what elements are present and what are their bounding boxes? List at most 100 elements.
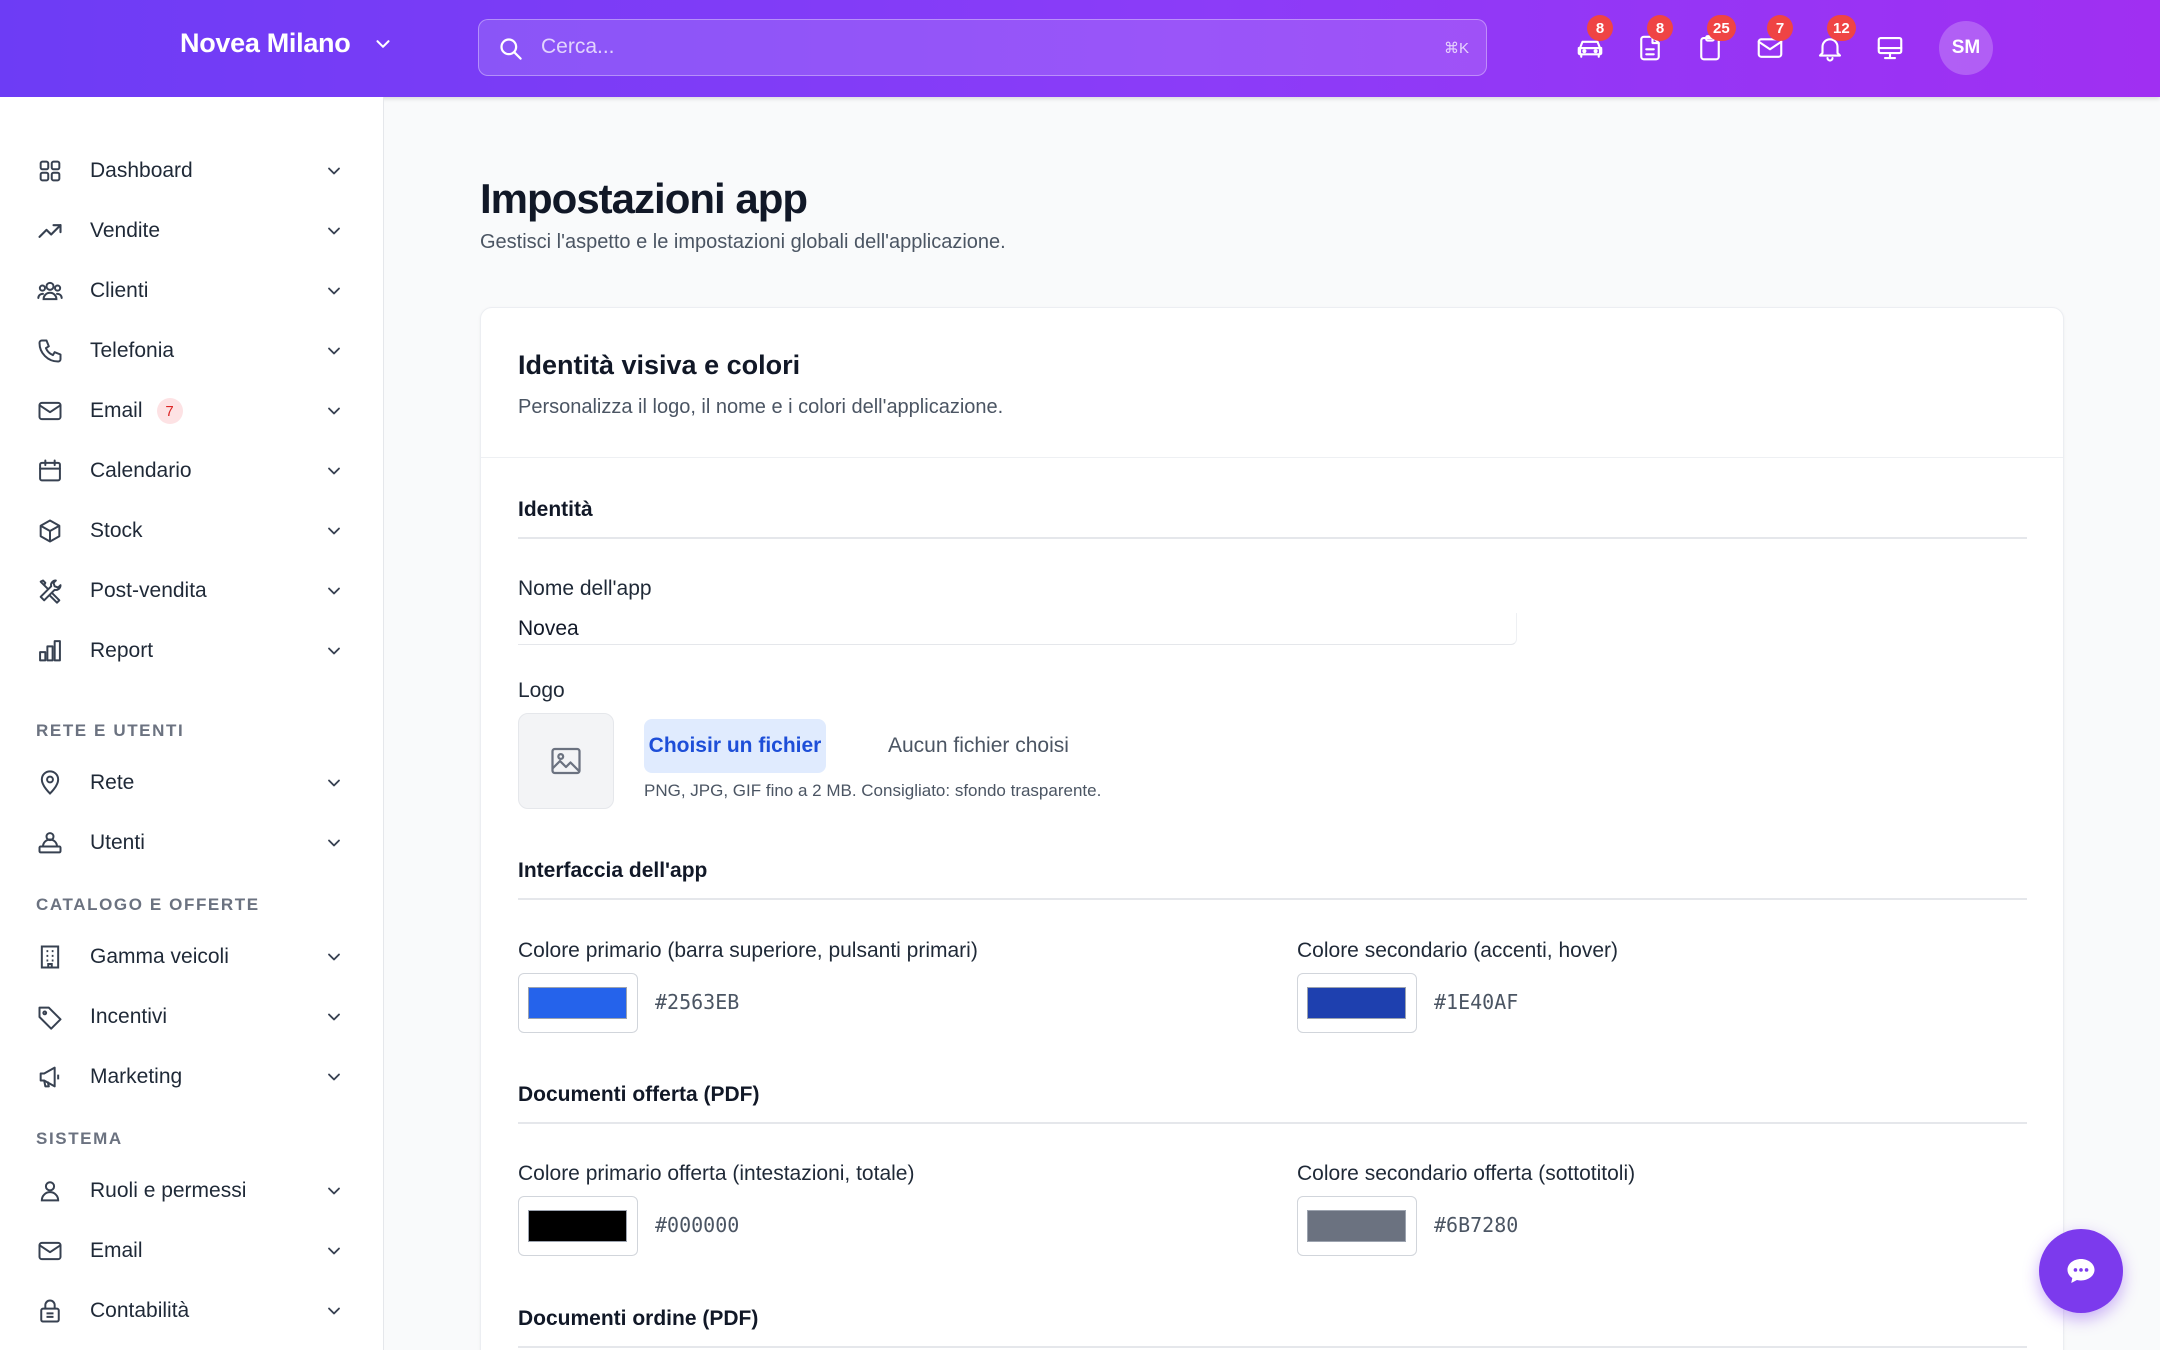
chevron-down-icon <box>328 347 340 355</box>
sidebar-item-vendite[interactable]: Vendite <box>36 206 350 256</box>
chevron-down-icon <box>328 1187 340 1195</box>
offer-secondary-color-picker[interactable] <box>1297 1196 1417 1256</box>
chevron-down-icon <box>328 167 340 175</box>
documents-button[interactable]: 8 <box>1630 15 1673 68</box>
user-icon <box>36 1177 64 1205</box>
brand-switcher[interactable]: Novea Milano <box>180 28 394 59</box>
chevron-down-icon <box>328 647 340 655</box>
section-title-offer-docs: Documenti offerta (PDF) <box>518 1083 760 1106</box>
box-icon <box>36 517 64 545</box>
clipboard-button[interactable]: 25 <box>1690 15 1736 68</box>
sidebar-item-label: Incentivi <box>90 1005 168 1028</box>
top-bar: Novea Milano ⌘K 8 8 25 7 12 SM <box>0 0 2160 97</box>
card-subtitle: Personalizza il logo, il nome e i colori… <box>518 396 1004 418</box>
sidebar-item-gamma-veicoli[interactable]: Gamma veicoli <box>36 932 350 982</box>
sidebar-item-label: Clienti <box>90 279 149 302</box>
notifications-button[interactable]: 12 <box>1810 15 1856 68</box>
sidebar-item-telefonia[interactable]: Telefonia <box>36 326 350 376</box>
sidebar-item-label: Email <box>90 1239 143 1262</box>
monitor-icon <box>1877 36 1903 60</box>
sidebar-item-label: Report <box>90 639 154 662</box>
chat-button[interactable] <box>2039 1229 2123 1313</box>
section-label-rete: RETE E UTENTI <box>36 721 185 740</box>
sidebar-item-post-vendita[interactable]: Post-vendita <box>36 566 350 616</box>
grid-icon <box>36 157 64 185</box>
offer-primary-color-fill <box>528 1210 627 1242</box>
sidebar-item-label: Utenti <box>90 831 145 854</box>
search-input[interactable] <box>541 20 1391 74</box>
file-status: Aucun fichier choisi <box>888 734 1069 757</box>
sidebar-item-label: Calendario <box>90 459 192 482</box>
clipboard-badge: 25 <box>1707 15 1736 41</box>
chevron-down-icon <box>328 527 340 535</box>
phone-icon <box>36 337 64 365</box>
building-icon <box>36 943 64 971</box>
offer-primary-color-picker[interactable] <box>518 1196 638 1256</box>
secondary-color-label: Colore secondario (accenti, hover) <box>1297 939 1618 962</box>
settings-card: Identità visiva e colori Personalizza il… <box>480 307 2064 1350</box>
offer-secondary-color-label: Colore secondario offerta (sottotitoli) <box>1297 1162 1636 1185</box>
offer-secondary-color-hex: #6B7280 <box>1434 1213 1519 1237</box>
search-bar[interactable]: ⌘K <box>478 19 1487 76</box>
bar-chart-icon <box>36 637 64 665</box>
divider <box>518 1122 2027 1124</box>
sidebar-item-label: Vendite <box>90 219 161 242</box>
choose-file-button[interactable]: Choisir un fichier <box>644 719 826 773</box>
offer-secondary-color-fill <box>1307 1210 1406 1242</box>
display-button[interactable] <box>1870 28 1910 68</box>
primary-color-picker[interactable] <box>518 973 638 1033</box>
secondary-color-picker[interactable] <box>1297 973 1417 1033</box>
calendar-icon <box>36 457 64 485</box>
chevron-down-icon <box>328 227 340 235</box>
sidebar-item-rete[interactable]: Rete <box>36 758 350 808</box>
sidebar-item-marketing[interactable]: Marketing <box>36 1052 350 1102</box>
users-icon <box>36 277 64 305</box>
brand-name: Novea Milano <box>180 28 351 58</box>
email-count-badge: 7 <box>156 398 183 424</box>
chat-icon <box>2067 1259 2095 1283</box>
app-name-label: Nome dell'app <box>518 577 652 600</box>
section-title-interface: Interfaccia dell'app <box>518 859 708 882</box>
chevron-down-icon <box>328 587 340 595</box>
user-avatar[interactable]: SM <box>1939 21 1993 75</box>
sidebar-item-label: Gamma veicoli <box>90 945 229 968</box>
car-button[interactable]: 8 <box>1570 15 1613 68</box>
sidebar-item-email-sistema[interactable]: Email <box>36 1226 350 1276</box>
sidebar-item-ruoli-permessi[interactable]: Ruoli e permessi <box>36 1166 350 1216</box>
sidebar-item-stock[interactable]: Stock <box>36 506 350 556</box>
logo-label: Logo <box>518 679 565 702</box>
lock-icon <box>36 1297 64 1325</box>
sidebar-item-clienti[interactable]: Clienti <box>36 266 350 316</box>
sidebar-item-label: Stock <box>90 519 143 542</box>
divider <box>518 537 2027 539</box>
car-badge: 8 <box>1587 15 1613 41</box>
offer-primary-color-hex: #000000 <box>655 1213 740 1237</box>
sidebar-item-calendario[interactable]: Calendario <box>36 446 350 496</box>
divider <box>518 898 2027 900</box>
user-group-icon <box>36 829 64 857</box>
app-name-input[interactable] <box>518 613 1517 645</box>
search-icon <box>500 38 522 60</box>
section-title-identity: Identità <box>518 498 593 521</box>
chevron-down-icon <box>328 953 340 961</box>
sidebar-item-report[interactable]: Report <box>36 626 350 676</box>
mail-icon <box>36 1237 64 1265</box>
sidebar-item-incentivi[interactable]: Incentivi <box>36 992 350 1042</box>
mail-badge: 7 <box>1767 15 1793 41</box>
sidebar-item-email[interactable]: Email 7 <box>36 386 350 436</box>
chevron-down-icon <box>328 839 340 847</box>
secondary-color-fill <box>1307 987 1406 1019</box>
mail-button[interactable]: 7 <box>1750 15 1793 68</box>
chevron-down-icon <box>328 1013 340 1021</box>
sidebar-item-label: Contabilità <box>90 1299 190 1322</box>
sidebar-item-contabilita[interactable]: Contabilità <box>36 1286 350 1336</box>
sidebar-item-label: Post-vendita <box>90 579 207 602</box>
image-icon <box>551 747 581 775</box>
page-title: Impostazioni app <box>480 175 808 222</box>
chevron-down-icon <box>328 1307 340 1315</box>
sidebar-item-utenti[interactable]: Utenti <box>36 818 350 868</box>
primary-color-fill <box>528 987 627 1019</box>
card-title: Identità visiva e colori <box>518 350 801 380</box>
logo-help-text: PNG, JPG, GIF fino a 2 MB. Consigliato: … <box>644 781 1102 800</box>
sidebar-item-dashboard[interactable]: Dashboard <box>36 146 350 196</box>
